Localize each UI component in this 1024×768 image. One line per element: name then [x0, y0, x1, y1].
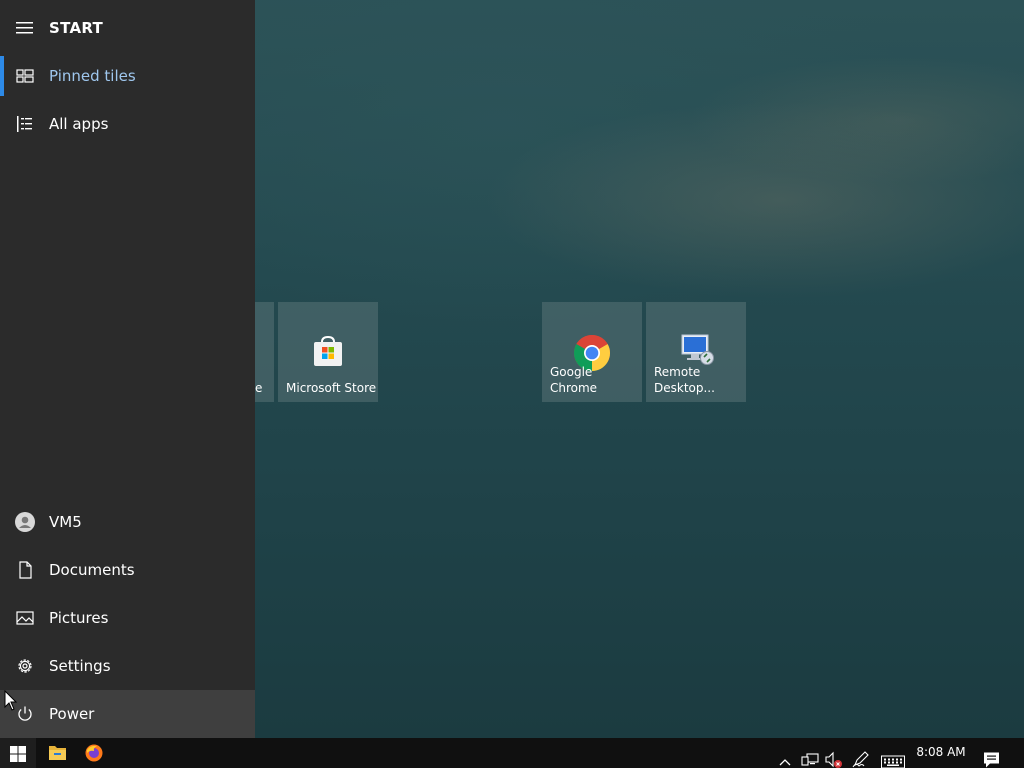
nav-pinned-tiles[interactable]: Pinned tiles — [0, 52, 255, 100]
nav-settings-label: Settings — [49, 657, 111, 675]
pen-icon[interactable] — [852, 744, 870, 768]
remote-desktop-icon — [681, 334, 714, 365]
all-apps-icon — [17, 116, 32, 132]
nav-pictures[interactable]: Pictures — [0, 594, 255, 642]
tile-remote-desktop-label: Remote Desktop... — [654, 364, 715, 396]
firefox-button[interactable] — [76, 738, 112, 768]
tile-microsoft-store[interactable]: Microsoft Store — [278, 302, 378, 402]
nav-documents-label: Documents — [49, 561, 135, 579]
tile-microsoft-store-label: Microsoft Store — [286, 381, 377, 395]
tile-remote-desktop[interactable]: Remote Desktop... — [646, 302, 746, 402]
tile-google-chrome-label: Google Chrome — [550, 365, 598, 395]
start-menu-expand-button[interactable]: START — [0, 4, 255, 52]
windows-start-icon — [10, 746, 26, 762]
nav-all-apps[interactable]: All apps — [0, 100, 255, 148]
nav-power-label: Power — [49, 705, 95, 723]
microsoft-store-icon — [314, 335, 342, 366]
chevron-up-icon[interactable] — [778, 747, 792, 768]
action-center-icon[interactable] — [983, 745, 1000, 768]
tile-remote-desktop-label-line1: Remote — [654, 365, 701, 379]
nav-documents[interactable]: Documents — [0, 546, 255, 594]
nav-power[interactable]: Power — [0, 690, 255, 738]
nav-all-apps-label: All apps — [49, 115, 109, 133]
taskbar-clock[interactable]: 8:08 AM — [914, 745, 968, 759]
nav-user-account[interactable]: VM5 — [0, 498, 255, 546]
start-button[interactable] — [0, 738, 36, 768]
user-avatar-icon — [15, 512, 35, 532]
keyboard-icon[interactable] — [881, 747, 905, 768]
power-icon — [18, 706, 32, 721]
tile-partial-label: e — [255, 381, 263, 395]
nav-pinned-tiles-label: Pinned tiles — [49, 67, 136, 85]
file-explorer-icon — [49, 746, 66, 760]
nav-user-label: VM5 — [49, 513, 82, 531]
document-icon — [19, 561, 32, 579]
nav-pictures-label: Pictures — [49, 609, 109, 627]
selection-indicator — [0, 56, 4, 96]
nav-settings[interactable]: Settings — [0, 642, 255, 690]
tile-remote-desktop-label-line2: Desktop... — [654, 381, 715, 395]
tile-google-chrome[interactable]: Google Chrome — [542, 302, 642, 402]
pictures-icon — [16, 611, 34, 625]
start-menu-panel: START Pinned tiles All apps VM5 Document… — [0, 0, 255, 738]
gear-icon — [18, 659, 32, 673]
taskbar: 8:08 AM — [0, 738, 1024, 768]
mouse-cursor-icon — [4, 690, 18, 711]
volume-muted-icon[interactable] — [825, 745, 843, 768]
pinned-tiles-icon — [16, 69, 34, 83]
hamburger-menu-icon — [16, 22, 33, 34]
start-title: START — [49, 19, 104, 37]
network-icon[interactable] — [801, 745, 819, 768]
firefox-icon — [85, 744, 103, 762]
file-explorer-button[interactable] — [38, 738, 76, 768]
tile-partial[interactable]: e — [255, 302, 274, 402]
